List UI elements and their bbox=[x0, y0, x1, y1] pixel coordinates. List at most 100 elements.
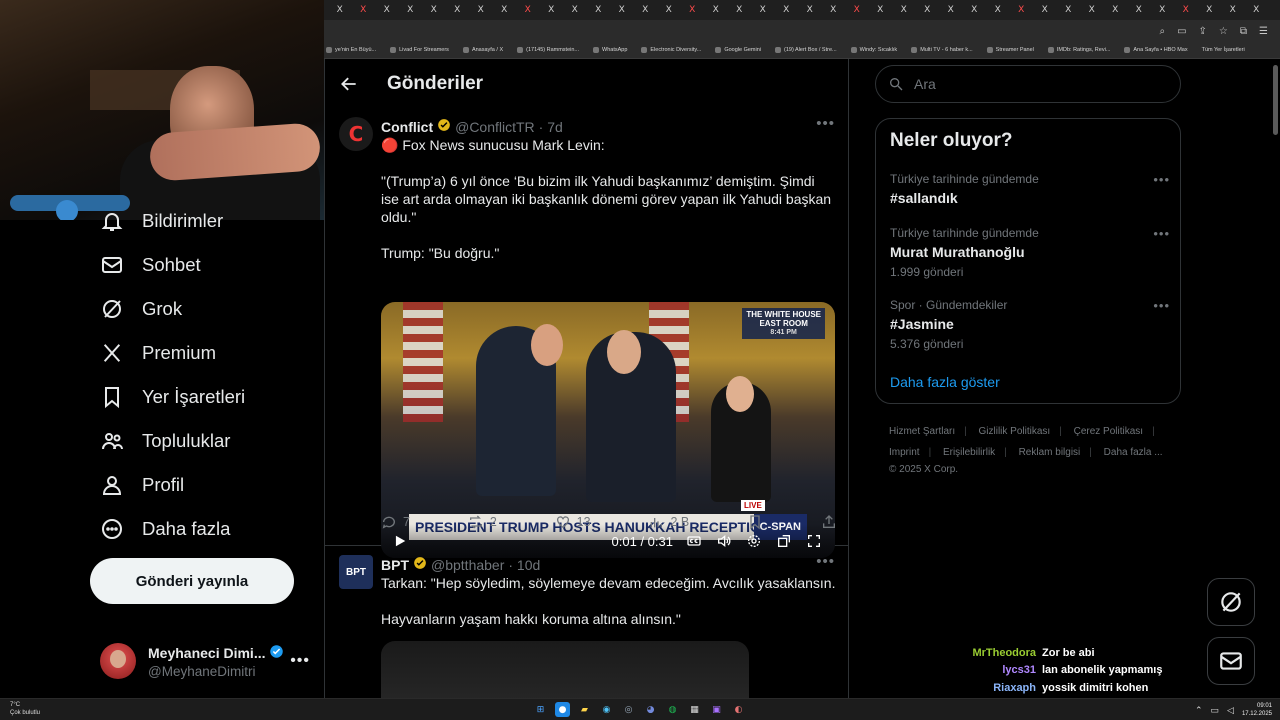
share-button[interactable] bbox=[821, 514, 837, 530]
footer-link[interactable]: Daha fazla ... bbox=[1104, 447, 1163, 458]
nav-item-chat[interactable]: Sohbet bbox=[100, 250, 201, 280]
post-author-handle[interactable]: @ConflictTR bbox=[455, 119, 535, 135]
browser-tab[interactable]: X bbox=[1198, 3, 1222, 17]
footer-link[interactable]: Imprint bbox=[889, 447, 920, 458]
reply-button[interactable]: 7 bbox=[381, 514, 410, 530]
bookmark-item[interactable]: WhatsApp bbox=[593, 47, 627, 53]
browser-tab[interactable]: X bbox=[610, 3, 634, 17]
browser-tab[interactable]: X bbox=[1057, 3, 1081, 17]
browser-tab[interactable]: X bbox=[352, 3, 376, 17]
extensions-icon[interactable]: ⧉ bbox=[1240, 26, 1247, 37]
post-conflict[interactable]: C Conflict @ConflictTR · 7d ••• 🔴 Fox Ne… bbox=[325, 109, 848, 558]
post-author-name[interactable]: BPT bbox=[381, 557, 409, 573]
search-input[interactable]: Ara bbox=[914, 76, 936, 92]
start-icon[interactable]: ⊞ bbox=[533, 702, 548, 717]
browser-tab[interactable]: X bbox=[446, 3, 470, 17]
bookmark-item[interactable]: Livad For Streamers bbox=[390, 47, 449, 53]
browser-tab[interactable]: X bbox=[704, 3, 728, 17]
repost-button[interactable]: 2 bbox=[468, 514, 497, 530]
volume-icon[interactable]: ◁ bbox=[1227, 705, 1234, 716]
browser-tab[interactable]: X bbox=[516, 3, 540, 17]
browser-tab[interactable]: X bbox=[1245, 3, 1269, 17]
post-more-icon[interactable]: ••• bbox=[816, 553, 835, 570]
spotify-icon[interactable]: ◍ bbox=[665, 702, 680, 717]
browser-tab[interactable]: X bbox=[845, 3, 869, 17]
bookmark-item[interactable]: (17145) Rammstein... bbox=[517, 47, 579, 53]
edge-icon[interactable]: ◉ bbox=[599, 702, 614, 717]
browser-tab[interactable]: X bbox=[563, 3, 587, 17]
epic-icon[interactable]: ▦ bbox=[687, 702, 702, 717]
browser-tab[interactable]: X bbox=[963, 3, 987, 17]
browser-tab[interactable]: X bbox=[986, 3, 1010, 17]
show-more-link[interactable]: Daha fazla göster bbox=[890, 374, 1000, 390]
browser-tab[interactable]: X bbox=[916, 3, 940, 17]
nav-item-grok[interactable]: Grok bbox=[100, 294, 182, 324]
browser-tab[interactable]: X bbox=[1221, 3, 1245, 17]
browser-tab[interactable]: X bbox=[1151, 3, 1175, 17]
browser-tab[interactable]: X bbox=[869, 3, 893, 17]
cast-icon[interactable]: ▭ bbox=[1177, 26, 1186, 37]
post-author-handle[interactable]: @bptthaber bbox=[431, 557, 504, 573]
browser-tab[interactable]: X bbox=[634, 3, 658, 17]
footer-link[interactable]: Erişilebilirlik bbox=[943, 447, 995, 458]
obs-icon[interactable]: ◐ bbox=[731, 702, 746, 717]
browser-tab[interactable]: X bbox=[469, 3, 493, 17]
share-icon[interactable]: ⇪ bbox=[1199, 26, 1207, 37]
nav-item-profile[interactable]: Profil bbox=[100, 470, 184, 500]
post-button[interactable]: Gönderi yayınla bbox=[90, 558, 294, 604]
post-bookmark-button[interactable] bbox=[747, 514, 763, 530]
browser-tab[interactable]: X bbox=[939, 3, 963, 17]
browser-tab[interactable]: X bbox=[422, 3, 446, 17]
browser-tab[interactable]: X bbox=[375, 3, 399, 17]
explorer-icon[interactable]: ▰ bbox=[577, 702, 592, 717]
nav-item-premium[interactable]: Premium bbox=[100, 338, 216, 368]
bookmark-item[interactable]: Google Gemini bbox=[715, 47, 761, 53]
bookmark-item[interactable]: ye'nin En Büyü... bbox=[326, 47, 376, 53]
discord-icon[interactable]: ◕ bbox=[643, 702, 658, 717]
browser-tab[interactable]: X bbox=[775, 3, 799, 17]
browser-tab[interactable]: X bbox=[1033, 3, 1057, 17]
post-more-icon[interactable]: ••• bbox=[816, 115, 835, 132]
browser-tab[interactable]: X bbox=[540, 3, 564, 17]
browser-tab[interactable]: X bbox=[681, 3, 705, 17]
browser-tab[interactable]: X bbox=[1104, 3, 1128, 17]
bookmark-item[interactable]: IMDb: Ratings, Revi... bbox=[1047, 47, 1110, 53]
weather-widget[interactable]: 7°C Çok bulutlu bbox=[10, 701, 40, 717]
browser-tab[interactable]: X bbox=[1010, 3, 1034, 17]
trend-item[interactable]: Türkiye tarihinde gündemde Murat Muratha… bbox=[890, 226, 1170, 279]
trend-item[interactable]: Türkiye tarihinde gündemde #sallandık ••… bbox=[890, 172, 1170, 206]
post-bpt[interactable]: BPT BPT @bptthaber · 10d ••• Tarkan: "He… bbox=[325, 547, 848, 698]
footer-link[interactable]: Gizlilik Politikası bbox=[979, 426, 1051, 437]
nav-item-more[interactable]: Daha fazla bbox=[100, 514, 230, 544]
views-button[interactable]: 2 B bbox=[648, 514, 689, 530]
footer-link[interactable]: Çerez Politikası bbox=[1074, 426, 1143, 437]
bookmark-item[interactable]: Streamer Panel bbox=[986, 47, 1034, 53]
post-avatar[interactable]: BPT bbox=[339, 555, 373, 589]
twitch-icon[interactable]: ▣ bbox=[709, 702, 724, 717]
profile-menu-icon[interactable]: ☰ bbox=[1259, 26, 1268, 37]
nav-item-communities[interactable]: Topluluklar bbox=[100, 426, 230, 456]
nav-item-bookmarks[interactable]: Yer İşaretleri bbox=[100, 382, 245, 412]
search-box[interactable]: Ara bbox=[875, 65, 1181, 103]
like-button[interactable]: 13 bbox=[555, 514, 591, 530]
grok-fab[interactable] bbox=[1207, 578, 1255, 626]
back-arrow-icon[interactable] bbox=[339, 74, 359, 94]
browser-tab[interactable]: X bbox=[1080, 3, 1104, 17]
bookmark-item[interactable]: Windy: Sıcaklık bbox=[850, 47, 897, 53]
star-icon[interactable]: ☆ bbox=[1219, 26, 1228, 37]
browser-tab[interactable]: X bbox=[728, 3, 752, 17]
bookmark-item[interactable]: Anasayfa / X bbox=[462, 47, 503, 53]
clock[interactable]: 09:01 17.12.2025 bbox=[1242, 702, 1272, 718]
all-bookmarks-folder[interactable]: Tüm Yer İşaretleri bbox=[1202, 47, 1251, 53]
network-icon[interactable]: ▭ bbox=[1211, 705, 1220, 716]
post-time[interactable]: · 7d bbox=[539, 119, 563, 135]
account-more-icon[interactable]: ••• bbox=[290, 652, 310, 670]
nav-item-notifications[interactable]: Bildirimler bbox=[100, 206, 223, 236]
bookmark-item[interactable]: Ana Sayfa • HBO Max bbox=[1124, 47, 1188, 53]
footer-link[interactable]: Reklam bilgisi bbox=[1019, 447, 1081, 458]
browser-tab[interactable]: X bbox=[798, 3, 822, 17]
browser-tab[interactable]: X bbox=[328, 3, 352, 17]
steam-icon[interactable]: ◎ bbox=[621, 702, 636, 717]
trend-more-icon[interactable]: ••• bbox=[1153, 226, 1170, 241]
trend-more-icon[interactable]: ••• bbox=[1153, 298, 1170, 313]
